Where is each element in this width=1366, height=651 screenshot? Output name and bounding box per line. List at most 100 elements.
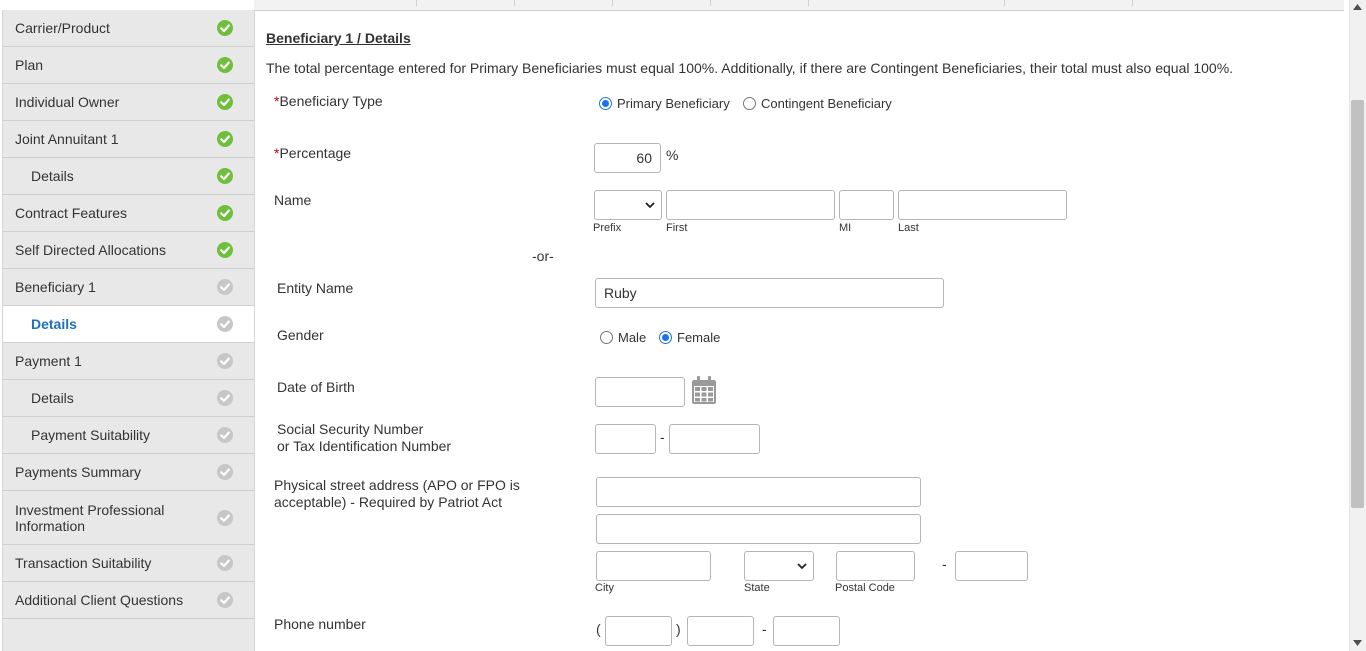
- sidebar-item[interactable]: Payment 1: [3, 343, 254, 380]
- middle-initial-input[interactable]: [839, 190, 894, 220]
- sidebar-item[interactable]: Individual Owner: [3, 84, 254, 121]
- phone-area-input[interactable]: [605, 616, 672, 646]
- sidebar-item[interactable]: Beneficiary 1: [3, 269, 254, 306]
- check-circle-icon: [217, 242, 233, 258]
- primary-beneficiary-radio[interactable]: [599, 97, 612, 110]
- last-caption: Last: [898, 222, 919, 234]
- check-circle-icon: [217, 205, 233, 221]
- sidebar-item[interactable]: Investment Professional Information: [3, 491, 254, 545]
- beneficiary-type-label: *Beneficiary Type: [274, 93, 383, 110]
- sidebar-item[interactable]: Details: [3, 306, 254, 343]
- or-separator: -or-: [532, 248, 554, 264]
- gender-female-label: Female: [677, 330, 721, 345]
- sidebar-item[interactable]: Additional Client Questions: [3, 582, 254, 619]
- sidebar-item-label: Joint Annuitant 1: [15, 131, 119, 147]
- check-circle-icon: [217, 427, 233, 443]
- ssn-part2-input[interactable]: [669, 424, 760, 454]
- tab-divider: [514, 0, 515, 6]
- name-label: Name: [274, 192, 312, 208]
- state-select[interactable]: [744, 551, 814, 581]
- postal-code-input[interactable]: [836, 551, 915, 581]
- gender-female-radio[interactable]: [659, 331, 672, 344]
- intro-text: The total percentage entered for Primary…: [266, 60, 1234, 76]
- main-form: Beneficiary 1 / Details The total percen…: [254, 10, 1344, 651]
- contingent-beneficiary-radio[interactable]: [743, 97, 756, 110]
- dob-input[interactable]: [595, 377, 685, 407]
- percentage-label: *Percentage: [274, 145, 351, 162]
- sidebar-item[interactable]: Details: [3, 380, 254, 417]
- first-caption: First: [666, 222, 688, 234]
- sidebar-item[interactable]: Transaction Suitability: [3, 545, 254, 582]
- last-name-input[interactable]: [898, 190, 1067, 220]
- phone-separator: -: [762, 621, 767, 637]
- city-input[interactable]: [596, 551, 711, 581]
- ssn-label-line2: or Tax Identification Number: [277, 438, 452, 454]
- sidebar-item-label: Beneficiary 1: [15, 279, 96, 295]
- check-circle-icon: [217, 131, 233, 147]
- entity-name-label: Entity Name: [277, 280, 354, 296]
- sidebar-item-label: Payment Suitability: [31, 427, 151, 443]
- check-circle-icon: [217, 168, 233, 184]
- address-label-line1: Physical street address (APO or FPO is: [274, 477, 520, 493]
- postal-separator: -: [942, 556, 947, 572]
- prefix-select[interactable]: [594, 190, 662, 220]
- scroll-down-arrow-icon[interactable]: [1353, 640, 1362, 646]
- contingent-beneficiary-label: Contingent Beneficiary: [761, 96, 892, 111]
- postal-extension-input[interactable]: [955, 551, 1028, 581]
- tab-divider: [416, 0, 417, 6]
- scroll-up-arrow-icon[interactable]: [1353, 4, 1362, 10]
- sidebar-item-label: Investment Professional Information: [15, 502, 165, 534]
- entity-name-input[interactable]: [595, 278, 944, 308]
- tab-divider: [1132, 0, 1133, 6]
- sidebar-item[interactable]: Self Directed Allocations: [3, 232, 254, 269]
- address-label: Physical street address (APO or FPO is ac…: [274, 477, 520, 511]
- address-line1-input[interactable]: [596, 477, 921, 507]
- ssn-label-line1: Social Security Number: [277, 421, 424, 437]
- phone-open-paren: (: [596, 621, 601, 637]
- gender-male-label: Male: [618, 330, 647, 345]
- phone-close-paren: ): [676, 621, 681, 637]
- check-circle-icon: [217, 57, 233, 73]
- sidebar-item[interactable]: Carrier/Product: [3, 10, 254, 47]
- calendar-icon[interactable]: [691, 376, 717, 405]
- check-circle-icon: [217, 279, 233, 295]
- phone-line-input[interactable]: [773, 616, 840, 646]
- check-circle-icon: [217, 353, 233, 369]
- scrollbar-thumb[interactable]: [1351, 100, 1364, 508]
- check-circle-icon: [217, 555, 233, 571]
- check-circle-icon: [217, 316, 233, 332]
- percentage-label-text: Percentage: [279, 145, 352, 161]
- sidebar-item[interactable]: Plan: [3, 47, 254, 84]
- sidebar-item-label: Individual Owner: [15, 94, 120, 110]
- sidebar-item-label: Self Directed Allocations: [15, 242, 166, 258]
- check-circle-icon: [217, 464, 233, 480]
- sidebar-item[interactable]: Payment Suitability: [3, 417, 254, 454]
- check-circle-icon: [217, 509, 233, 526]
- sidebar-item[interactable]: Details: [3, 158, 254, 195]
- percent-unit: %: [666, 147, 679, 163]
- sidebar-item-label: Payment 1: [15, 353, 82, 369]
- sidebar-item-label: Plan: [15, 57, 44, 73]
- state-caption: State: [744, 582, 770, 594]
- tab-divider: [808, 0, 809, 6]
- percentage-input[interactable]: [594, 143, 661, 173]
- sidebar-item[interactable]: Joint Annuitant 1: [3, 121, 254, 158]
- sidebar-item[interactable]: Contract Features: [3, 195, 254, 232]
- primary-beneficiary-label: Primary Beneficiary: [617, 96, 730, 111]
- sidebar-item[interactable]: Payments Summary: [3, 454, 254, 491]
- phone-prefix-input[interactable]: [687, 616, 754, 646]
- mi-caption: MI: [839, 222, 852, 234]
- sidebar-item-label: Carrier/Product: [15, 20, 110, 36]
- ssn-part1-input[interactable]: [595, 424, 656, 454]
- check-circle-icon: [217, 592, 233, 608]
- sidebar-item-label: Details: [31, 168, 74, 184]
- address-line2-input[interactable]: [596, 514, 921, 544]
- first-name-input[interactable]: [666, 190, 835, 220]
- page-title: Beneficiary 1 / Details: [266, 30, 411, 46]
- sidebar-item-label: Details: [31, 316, 77, 332]
- gender-label: Gender: [277, 327, 324, 343]
- chevron-down-icon: [645, 202, 655, 209]
- sidebar-nav: Carrier/Product Plan Individual Owner Joint…: [2, 10, 255, 651]
- check-circle-icon: [217, 390, 233, 406]
- gender-male-radio[interactable]: [600, 331, 613, 344]
